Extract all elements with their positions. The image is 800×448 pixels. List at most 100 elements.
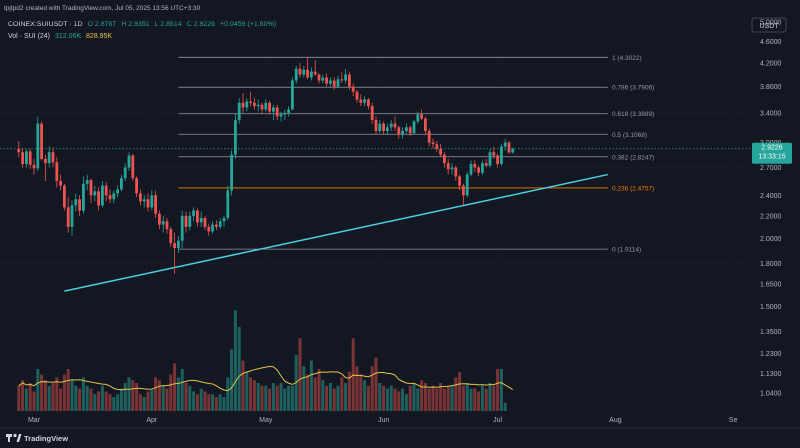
volume-bar <box>435 388 439 411</box>
volume-bar <box>108 394 112 411</box>
volume-bar <box>256 383 260 411</box>
volume-bar <box>401 388 405 411</box>
volume-bar <box>260 385 264 411</box>
candle[interactable] <box>63 183 66 211</box>
volume-bar <box>233 310 237 411</box>
price-tick-label: 3.4000 <box>760 110 782 117</box>
footer-brand: TradingView <box>24 434 68 443</box>
volume-bar <box>176 377 180 411</box>
volume-bar <box>404 394 408 411</box>
volume-bar <box>214 397 218 411</box>
volume-bar <box>298 338 302 411</box>
volume-bar <box>290 385 294 411</box>
candle[interactable] <box>40 121 43 161</box>
volume-bar <box>230 349 234 411</box>
volume-bar <box>332 388 336 411</box>
candle[interactable] <box>291 77 294 111</box>
volume-bar <box>420 380 424 411</box>
volume-bar <box>28 383 32 411</box>
volume-bar <box>366 385 370 411</box>
volume-bar <box>150 388 154 411</box>
volume-bar <box>237 327 241 411</box>
volume-bar <box>412 383 416 411</box>
volume-bar <box>207 394 211 411</box>
fib-level-label: 0.382 (2.8247) <box>612 154 654 161</box>
candle[interactable] <box>465 171 469 198</box>
volume-bar <box>317 369 321 411</box>
volume-bar <box>74 385 78 411</box>
volume-bar <box>283 388 287 411</box>
volume-bar <box>154 377 158 411</box>
price-tick-label: 2.0000 <box>760 236 782 243</box>
volume-bar <box>222 397 226 411</box>
volume-bar <box>116 394 120 411</box>
fib-level-label: 0.618 (3.3889) <box>612 111 654 118</box>
bar-countdown-label: 13:33:15 <box>758 154 785 161</box>
candle[interactable] <box>36 116 40 171</box>
time-tick-label: Aug <box>609 417 622 424</box>
price-tick-label: 1.3500 <box>760 329 782 336</box>
volume-bar <box>40 374 44 411</box>
volume-bar <box>81 377 85 411</box>
candle[interactable] <box>412 120 416 135</box>
volume-bar <box>287 385 291 411</box>
price-tick-label: 3.8000 <box>760 84 782 91</box>
volume-bar <box>97 391 101 411</box>
volume-bar <box>480 385 484 411</box>
volume-bar <box>226 377 230 411</box>
price-tick-label: 1.2300 <box>760 351 782 358</box>
volume-bar <box>393 388 397 411</box>
volume-bar <box>389 385 393 411</box>
volume-bar <box>24 388 28 411</box>
volume-bar <box>218 394 222 411</box>
time-tick-label: Se <box>729 417 738 424</box>
volume-bar <box>264 385 268 411</box>
volume-bar <box>70 380 74 411</box>
volume-bar <box>165 388 169 411</box>
volume-bar <box>85 385 89 411</box>
volume-bar <box>363 380 367 411</box>
created-by-line: tpjtpd2 created with TradingView.com, Ju… <box>4 5 201 12</box>
volume-bar <box>241 360 245 411</box>
volume-bar <box>359 374 363 411</box>
time-tick-label: Mar <box>28 417 41 424</box>
time-tick-label: Jun <box>378 417 389 424</box>
candle[interactable] <box>131 153 135 181</box>
price-chart[interactable]: tpjtpd2 created with TradingView.com, Ju… <box>0 0 800 448</box>
volume-bar <box>142 397 146 411</box>
volume-bar <box>279 383 283 411</box>
volume-bar <box>17 385 21 411</box>
volume-bar <box>199 388 203 411</box>
candle[interactable] <box>230 150 233 196</box>
volume-bar <box>146 391 150 411</box>
volume-bar <box>461 385 465 411</box>
volume-bar <box>161 385 165 411</box>
candle[interactable] <box>500 144 503 166</box>
last-price-label: 2.9226 <box>761 145 783 152</box>
volume-bar <box>104 391 108 411</box>
volume-bar <box>93 394 97 411</box>
volume-bar <box>89 388 93 411</box>
volume-bar <box>473 388 477 411</box>
volume-bar <box>306 374 310 411</box>
volume-bar <box>180 369 184 411</box>
volume-bar <box>249 377 253 411</box>
price-tick-label: 1.0400 <box>760 391 782 398</box>
volume-bar <box>503 402 507 411</box>
volume-bar <box>431 385 435 411</box>
volume-bar <box>340 377 344 411</box>
volume-bar <box>416 388 420 411</box>
time-tick-label: Jul <box>493 417 502 424</box>
volume-bar <box>302 366 306 411</box>
candle[interactable] <box>507 140 511 154</box>
volume-bar <box>119 388 123 411</box>
price-tick-label: 1.6500 <box>760 281 782 288</box>
volume-bar <box>59 388 63 411</box>
volume-bar <box>344 383 348 411</box>
fib-level-label: 1 (4.3022) <box>612 55 642 62</box>
candle[interactable] <box>226 185 230 221</box>
volume-bar <box>135 383 139 411</box>
volume-bar <box>309 360 313 411</box>
volume-bar <box>173 363 177 411</box>
volume-bar <box>442 388 446 411</box>
